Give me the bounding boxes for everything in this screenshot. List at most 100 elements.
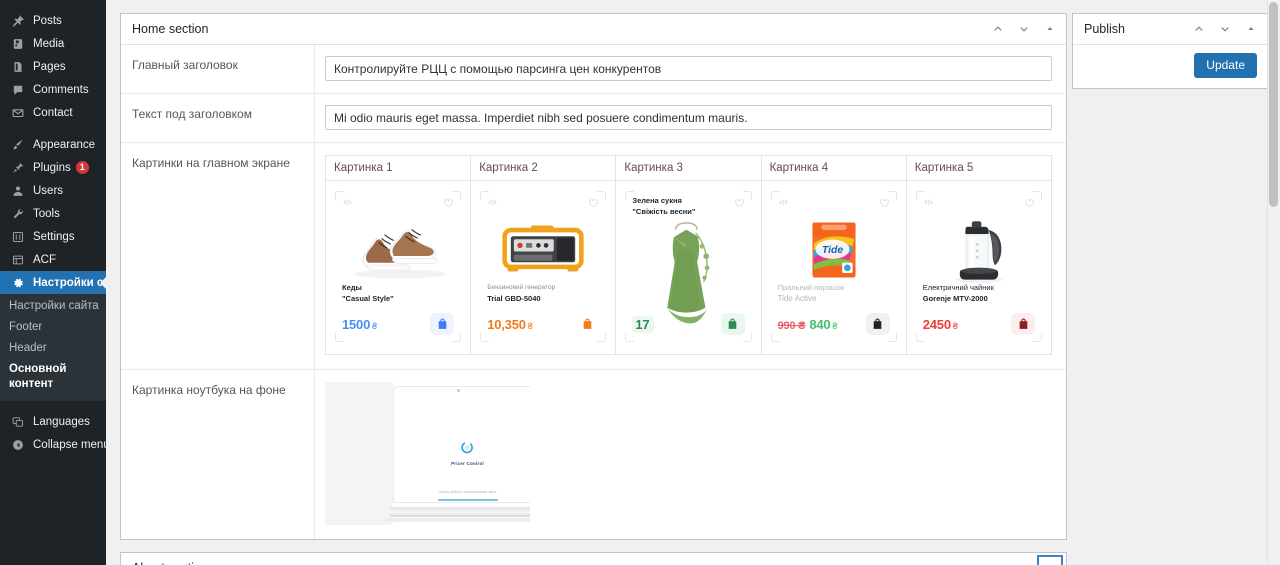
card-top-row <box>487 196 599 212</box>
card-bottom-row: 1500 ₴ <box>342 313 455 335</box>
sidebar-item-appearance[interactable]: Appearance <box>0 133 106 156</box>
sidebar-item-label: Pages <box>33 60 66 73</box>
field-control-laptop: Pricer Control Почніть роботу з сервісом… <box>315 370 1066 539</box>
toggle-panel-button[interactable] <box>1038 556 1062 565</box>
laptop-preview-image[interactable]: Pricer Control Почніть роботу з сервісом… <box>325 382 530 525</box>
repeater-cell-4[interactable]: Tide Пральний порошок Tide Active 990 ₴ … <box>761 180 907 355</box>
sidebar-item-label: Comments <box>33 83 89 96</box>
compare-icon[interactable] <box>923 196 934 211</box>
product-name-line2: Trial GBD-5040 <box>487 294 541 303</box>
favorite-heart-icon[interactable] <box>443 196 454 211</box>
page-scrollbar-thumb[interactable] <box>1269 2 1278 207</box>
product-card-sneakers[interactable]: Кеды "Casual Style" 1500 ₴ <box>333 189 464 344</box>
heading-input[interactable] <box>325 56 1052 81</box>
sidebar-item-contact[interactable]: Contact <box>0 101 106 124</box>
sidebar-item-pages[interactable]: Pages <box>0 55 106 78</box>
product-name-line2: Gorenje MTV-2000 <box>922 294 988 303</box>
price-currency: ₴ <box>372 320 377 331</box>
favorite-heart-icon[interactable] <box>1024 196 1035 211</box>
sidebar-item-posts[interactable]: Posts <box>0 9 106 32</box>
envelope-icon <box>9 105 27 121</box>
field-label-subtext: Текст под заголовком <box>121 94 315 142</box>
sidebar-item-tools[interactable]: Tools <box>0 202 106 225</box>
publish-body: Update <box>1073 45 1267 88</box>
product-card-generator[interactable]: Бензиновий генератор Trial GBD-5040 10,3… <box>478 189 609 344</box>
sidebar-item-label: Posts <box>33 14 62 27</box>
comment-icon <box>9 82 27 98</box>
plug-icon <box>9 160 27 176</box>
product-name-line1: Зелена сукня <box>632 196 682 205</box>
compare-icon[interactable] <box>778 196 789 211</box>
product-image-generator <box>478 211 608 289</box>
page-scrollbar-track[interactable] <box>1267 0 1280 565</box>
submenu-item-header[interactable]: Header <box>0 338 106 359</box>
compare-icon[interactable] <box>487 196 498 211</box>
page-icon <box>9 59 27 75</box>
sidebar-item-label: ACF <box>33 253 56 266</box>
sidebar-item-label: Contact <box>33 106 73 119</box>
repeater-cell-2[interactable]: Бензиновий генератор Trial GBD-5040 10,3… <box>470 180 617 355</box>
sidebar-item-collapse-menu[interactable]: Collapse menu <box>0 433 106 456</box>
sidebar-item-languages[interactable]: Languages <box>0 410 106 433</box>
submenu-item-site-settings[interactable]: Настройки сайта <box>0 296 106 317</box>
move-down-button[interactable] <box>1012 17 1036 41</box>
product-image-detergent: Tide <box>769 211 899 289</box>
move-up-button[interactable] <box>986 17 1010 41</box>
sidebar-item-media[interactable]: Media <box>0 32 106 55</box>
publish-title: Publish <box>1084 22 1125 36</box>
move-up-button[interactable] <box>986 556 1010 565</box>
submenu-item-main-content[interactable]: Основной контент <box>0 359 106 395</box>
price-value: 2450 <box>922 316 951 332</box>
card-name-kettle: Електричний чайник Gorenje MTV-2000 <box>923 282 994 304</box>
card-top-row <box>923 196 1035 212</box>
compare-icon[interactable] <box>342 196 353 211</box>
sidebar-item-users[interactable]: Users <box>0 179 106 202</box>
sidebar-item-plugins[interactable]: Plugins 1 <box>0 156 106 179</box>
add-to-cart-button[interactable] <box>430 313 455 335</box>
move-up-button[interactable] <box>1187 17 1211 41</box>
product-card-detergent[interactable]: Tide Пральний порошок Tide Active 990 ₴ … <box>768 189 899 344</box>
card-name-sneakers: Кеды "Casual Style" <box>342 282 394 304</box>
add-to-cart-button[interactable] <box>720 313 745 335</box>
update-button[interactable]: Update <box>1194 53 1257 78</box>
wp-body: Home section Главный заголовок Текст под… <box>106 0 1280 565</box>
product-card-kettle[interactable]: Електричний чайник Gorenje MTV-2000 2450… <box>913 189 1044 344</box>
toggle-panel-button[interactable] <box>1239 17 1263 41</box>
product-price-kettle: 2450 ₴ <box>923 317 958 332</box>
submenu-item-footer[interactable]: Footer <box>0 317 106 338</box>
favorite-heart-icon[interactable] <box>879 196 890 211</box>
move-down-button[interactable] <box>1012 556 1036 565</box>
add-to-cart-button[interactable] <box>575 313 600 335</box>
repeater-col-3: Картинка 3 <box>615 155 762 181</box>
sidebar-item-comments[interactable]: Comments <box>0 78 106 101</box>
sidebar-item-settings[interactable]: Settings <box>0 225 106 248</box>
add-to-cart-button[interactable] <box>1011 313 1035 335</box>
images-repeater-table: Картинка 1 Картинка 2 Картинка 3 Картинк… <box>325 155 1052 355</box>
laptop-brand-text: Pricer Control <box>451 461 484 466</box>
product-card-dress[interactable]: Зелена сукня "Свіжість весни" 17 <box>623 189 754 344</box>
sidebar-divider-1 <box>0 124 106 133</box>
repeater-cell-1[interactable]: Кеды "Casual Style" 1500 ₴ <box>325 180 472 355</box>
sidebar-item-site-settings[interactable]: Настройки сайта <box>0 271 106 294</box>
laptop-brand-logo: Pricer Control <box>451 440 484 466</box>
subtext-input[interactable] <box>325 105 1052 130</box>
favorite-heart-icon[interactable] <box>588 196 599 211</box>
move-down-button[interactable] <box>1213 17 1237 41</box>
product-name-line1: Бензиновий генератор <box>487 284 556 291</box>
repeater-cell-5[interactable]: Електричний чайник Gorenje MTV-2000 2450… <box>906 180 1052 355</box>
about-section-handles <box>986 556 1062 565</box>
repeater-col-5: Картинка 5 <box>906 155 1052 181</box>
field-control-images: Картинка 1 Картинка 2 Картинка 3 Картинк… <box>315 143 1066 369</box>
publish-handles <box>1187 17 1263 41</box>
sidebar-item-label: Settings <box>33 230 75 243</box>
field-control-heading <box>315 45 1066 93</box>
laptop-caption: Почніть роботу з сервісом прямо зараз <box>438 490 497 494</box>
card-bottom-row: 17 <box>632 313 745 335</box>
toggle-panel-button[interactable] <box>1038 17 1062 41</box>
favorite-heart-icon[interactable] <box>734 196 745 211</box>
repeater-cell-3[interactable]: Зелена сукня "Свіжість весни" 17 <box>615 180 762 355</box>
sidebar-item-acf[interactable]: ACF <box>0 248 106 271</box>
card-top-row <box>778 196 890 212</box>
add-to-cart-button[interactable] <box>865 313 890 335</box>
sidebar-item-label: Plugins <box>33 161 71 174</box>
